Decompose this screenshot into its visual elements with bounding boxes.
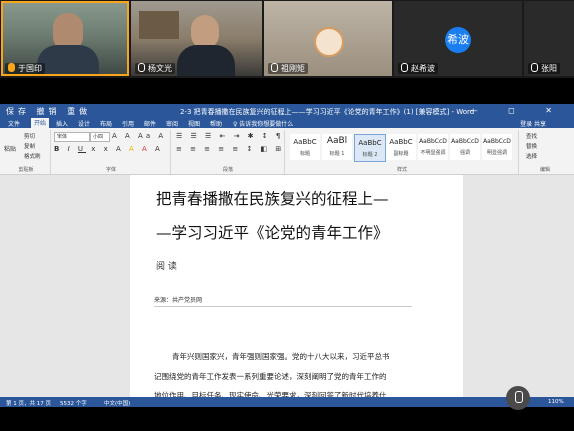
document-page[interactable]: 把青春播撒在民族复兴的征程上— —学习习近平《论党的青年工作》 阅 读 来源：共…: [130, 175, 463, 400]
participant-name-3: 祖刚矩: [268, 63, 308, 74]
login-share[interactable]: 登录 共享: [520, 119, 546, 128]
tab-layout[interactable]: 布局: [100, 119, 112, 128]
font-format-buttons[interactable]: B I U x x A A A A: [54, 145, 163, 153]
cut-button[interactable]: 剪切: [24, 132, 35, 140]
style-sample: AaBbC: [293, 138, 317, 146]
participant-tile-2[interactable]: 杨文光: [131, 1, 262, 76]
quick-access-toolbar[interactable]: 保存 撤销 重做: [6, 106, 91, 117]
align-buttons[interactable]: ≡ ≡ ≡ ≡ ≡ ↕ ◧ ⊞: [176, 145, 284, 153]
zoom-level[interactable]: 110%: [548, 399, 564, 405]
style-sample: AaBl: [326, 136, 348, 146]
mic-icon: [138, 63, 145, 72]
document-source: 来源：共产党员网: [154, 297, 203, 304]
styles-label: 样式: [396, 167, 407, 173]
style-sample: AaBbCcD: [483, 138, 511, 145]
font-size-select[interactable]: 小四: [90, 132, 110, 142]
participant-avatar-4: 希波: [445, 27, 471, 53]
mic-icon: [271, 63, 278, 72]
tab-design[interactable]: 设计: [78, 119, 90, 128]
floating-mic-button[interactable]: [506, 386, 530, 410]
tab-home[interactable]: 开始: [31, 118, 50, 128]
document-area[interactable]: 把青春播撒在民族复兴的征程上— —学习习近平《论党的青年工作》 阅 读 来源：共…: [0, 175, 574, 400]
style-subtle-emphasis[interactable]: AaBbCcD 不明显强调: [418, 134, 448, 160]
divider: [154, 306, 412, 307]
participant-tile-1[interactable]: 于国印: [1, 1, 129, 76]
language[interactable]: 中文(中国): [104, 399, 130, 407]
mic-icon: [401, 63, 408, 72]
word-count[interactable]: 5532 个字: [60, 399, 87, 407]
style-name: 标题 1: [329, 151, 345, 157]
style-heading-2[interactable]: AaBbC 标题 2: [354, 134, 386, 162]
tab-insert[interactable]: 插入: [56, 119, 68, 128]
style-name: 标题: [299, 151, 310, 157]
style-intense-emphasis[interactable]: AaBbCcD 明显强调: [482, 134, 512, 160]
document-meta: 阅 读: [156, 262, 177, 272]
editing-group: 查找 替换 选择 编辑: [520, 130, 570, 174]
font-name-select[interactable]: 宋体: [54, 132, 90, 142]
participant-tile-4[interactable]: 希波 赵希波: [394, 1, 522, 76]
spacer: [0, 407, 574, 431]
tab-help[interactable]: 帮助: [210, 119, 222, 128]
copy-button[interactable]: 复制: [24, 142, 35, 150]
tell-me-search[interactable]: ♀ 告诉我你想要做什么: [233, 119, 293, 128]
paragraph-line: 记围绕党的青年工作发表一系列重要论述，深刻阐明了党的青年工作的: [154, 372, 387, 381]
style-emphasis[interactable]: AaBbCcD 强调: [450, 134, 480, 160]
spacer: [0, 78, 574, 104]
font-size-buttons[interactable]: A A Aa A: [112, 132, 166, 140]
style-sample: AaBbCcD: [419, 138, 447, 145]
style-subtitle[interactable]: AaBbC 副标题: [386, 134, 416, 160]
style-name: 不明显强调: [420, 150, 446, 156]
tab-view[interactable]: 视图: [188, 119, 200, 128]
mic-icon: [531, 63, 538, 72]
document-window-title: 2-3 把青春播撒在民族复兴的征程上——学习习近平《论党的青年工作》(1) [兼…: [180, 108, 475, 116]
style-name: 副标题: [393, 151, 409, 157]
tab-review[interactable]: 审阅: [166, 119, 178, 128]
style-name: 强调: [459, 150, 470, 156]
clipboard-group: 粘贴 剪切 复制 格式刷 剪贴板: [2, 130, 51, 174]
participant-name-4: 赵希波: [398, 63, 438, 74]
tab-references[interactable]: 引用: [122, 119, 134, 128]
tab-file[interactable]: 文件: [8, 119, 20, 128]
participant-name-5: 张阳: [528, 63, 560, 74]
participant-tile-5[interactable]: 张阳: [524, 1, 574, 76]
style-heading-1[interactable]: AaBl 标题 1: [322, 134, 352, 160]
paragraph-line: 青年兴则国家兴，青年强则国家强。党的十八大以来，习近平总书: [172, 352, 390, 361]
paste-button[interactable]: 粘贴: [4, 144, 16, 153]
replace-button[interactable]: 替换: [526, 142, 537, 150]
style-sample: AaBbCcD: [451, 138, 479, 145]
tab-mailings[interactable]: 邮件: [144, 119, 156, 128]
style-name: 标题 2: [362, 152, 378, 158]
participant-strip: 于国印 杨文光 祖刚矩 希波 赵希波 张阳: [0, 0, 574, 78]
editing-label: 编辑: [539, 167, 550, 173]
style-name: 明显强调: [486, 150, 507, 156]
page-count[interactable]: 第 1 页，共 17 页: [6, 399, 51, 407]
list-buttons[interactable]: ☰ ☰ ☰ ⇤ ⇥ ✱ ↕ ¶: [176, 132, 283, 140]
window-controls[interactable]: — ◻ ✕: [470, 106, 566, 115]
paragraph-label: 段落: [222, 167, 233, 173]
paragraph-group: ☰ ☰ ☰ ⇤ ⇥ ✱ ↕ ¶ ≡ ≡ ≡ ≡ ≡ ↕ ◧ ⊞ 段落: [172, 130, 285, 174]
style-heading[interactable]: AaBbC 标题: [290, 134, 320, 160]
format-painter-button[interactable]: 格式刷: [24, 152, 41, 160]
find-button[interactable]: 查找: [526, 132, 537, 140]
word-titlebar: 保存 撤销 重做 2-3 把青春播撒在民族复兴的征程上——学习习近平《论党的青年…: [0, 104, 574, 118]
clipboard-label: 剪贴板: [18, 167, 34, 173]
status-bar: 第 1 页，共 17 页 5532 个字 中文(中国) 110%: [0, 397, 574, 407]
styles-group: AaBbC 标题 AaBl 标题 1 AaBbC 标题 2 AaBbC 副标题 AaBb…: [286, 130, 519, 174]
mic-icon: [8, 63, 15, 72]
ribbon-tabs: 文件 开始 插入 设计 布局 引用 邮件 审阅 视图 帮助 ♀ 告诉我你想要做什…: [0, 118, 574, 128]
mic-icon: [515, 391, 523, 403]
participant-name-2: 杨文光: [135, 63, 175, 74]
select-button[interactable]: 选择: [526, 152, 537, 160]
font-group: 宋体 小四 A A Aa A B I U x x A A A A 字体: [52, 130, 171, 174]
style-sample: AaBbC: [389, 138, 413, 146]
participant-name-1: 于国印: [5, 63, 45, 74]
document-title-line-1: 把青春播撒在民族复兴的征程上—: [156, 190, 389, 208]
participant-tile-3[interactable]: 祖刚矩: [264, 1, 392, 76]
font-label: 字体: [105, 167, 116, 173]
ribbon-home: 粘贴 剪切 复制 格式刷 剪贴板 宋体 小四 A A Aa A B I U x …: [0, 128, 574, 175]
document-title-line-2: —学习习近平《论党的青年工作》: [156, 224, 389, 242]
word-window: 保存 撤销 重做 2-3 把青春播撒在民族复兴的征程上——学习习近平《论党的青年…: [0, 104, 574, 407]
style-sample: AaBbC: [358, 139, 382, 147]
